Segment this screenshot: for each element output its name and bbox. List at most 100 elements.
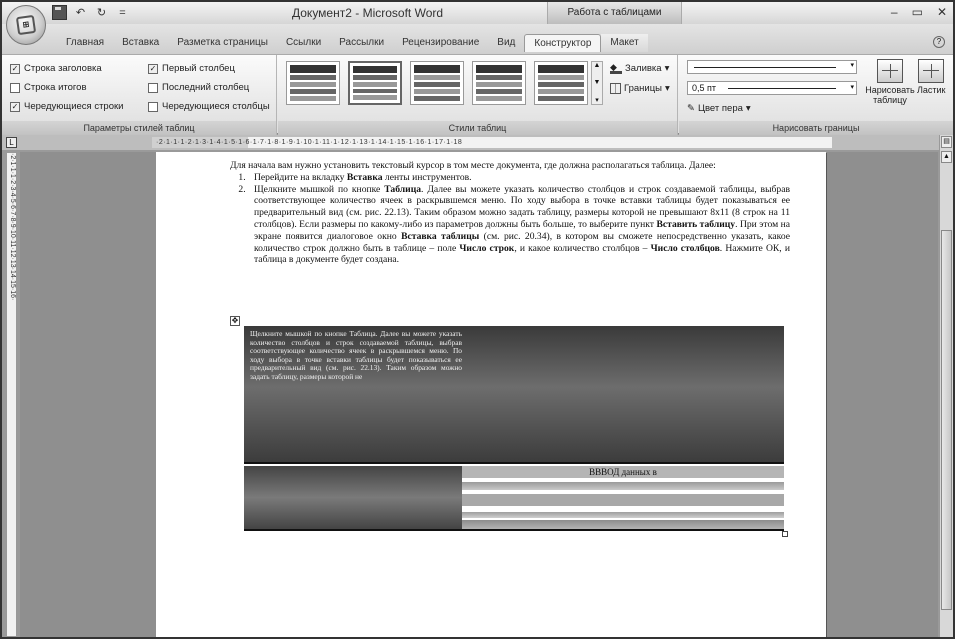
tab-home[interactable]: Главная [57, 34, 113, 52]
ruler-ticks: ·2·1·1·1·2·3·4·5·6·7·8·9·10·11·12·13·14·… [9, 153, 16, 301]
checkbox-icon: ✓ [10, 63, 20, 74]
draw-borders-group: ▾ 0,5 пт ▾ ✎ Цвет пера ▾ Нарисовать табл… [679, 55, 953, 135]
total-row-checkbox[interactable]: Строка итогов [10, 82, 87, 93]
save-icon[interactable] [52, 5, 67, 20]
shading-button[interactable]: ◆ Заливка ▾ [610, 63, 669, 74]
ribbon-tabs: Главная Вставка Разметка страницы Ссылки… [2, 24, 953, 54]
banded-rows-checkbox[interactable]: ✓ Чередующиеся строки [10, 101, 123, 112]
document-page[interactable]: Для начала вам нужно установить текстовы… [156, 152, 826, 637]
document-body[interactable]: Для начала вам нужно установить текстовы… [230, 160, 790, 266]
table-cell[interactable]: Щелкните мышкой по кнопке Таблица. Далее… [244, 326, 784, 464]
banded-columns-checkbox[interactable]: Чередующиеся столбцы [148, 101, 270, 112]
tab-insert[interactable]: Вставка [113, 34, 168, 52]
table-move-handle-icon[interactable]: ✥ [230, 316, 240, 326]
borders-label: Границы [624, 83, 662, 94]
checkbox-icon [10, 82, 20, 93]
office-button[interactable]: ⊞ [6, 5, 46, 45]
customize-qat-icon[interactable]: = [115, 5, 130, 20]
checkbox-icon: ✓ [148, 63, 158, 74]
first-column-checkbox[interactable]: ✓ Первый столбец [148, 63, 235, 74]
context-tools-title: Работа с таблицами [547, 2, 682, 24]
tab-references[interactable]: Ссылки [277, 34, 330, 52]
draw-table-button[interactable]: Нарисовать таблицу [865, 59, 915, 105]
last-column-label: Последний столбец [162, 82, 250, 93]
minimize-button[interactable]: – [891, 5, 898, 19]
borders-button[interactable]: Границы ▾ [610, 83, 670, 94]
redo-icon[interactable]: ↻ [94, 5, 109, 20]
table-style-thumb[interactable] [348, 61, 402, 105]
tab-mailings[interactable]: Рассылки [330, 34, 393, 52]
tab-page-layout[interactable]: Разметка страницы [168, 34, 277, 52]
document-area: Для начала вам нужно установить текстовы… [20, 152, 938, 637]
table-style-thumb[interactable] [472, 61, 526, 105]
table-cell[interactable]: ВВВОД данных в [462, 466, 784, 531]
eraser-icon [918, 59, 945, 83]
table-cell[interactable] [244, 466, 462, 531]
cell-text: Щелкните мышкой по кнопке Таблица. Далее… [250, 329, 462, 381]
table-styles-gallery [286, 61, 588, 105]
document-table[interactable]: Щелкните мышкой по кнопке Таблица. Далее… [244, 326, 788, 537]
tab-layout[interactable]: Макет [601, 34, 648, 52]
vertical-scrollbar[interactable]: ▤ ▲ [939, 135, 953, 637]
line-weight-value: 0,5 пт [692, 83, 717, 93]
checkbox-icon: ✓ [10, 101, 20, 112]
chevron-down-icon: ▾ [850, 84, 854, 91]
table-style-thumb[interactable] [534, 61, 588, 105]
window-title: Документ2 - Microsoft Word [292, 6, 444, 20]
list-item: Щелкните мышкой по кнопке Таблица. Далее… [248, 184, 790, 267]
list-item: Перейдите на вкладку Вставка ленты инстр… [248, 172, 790, 184]
group-label: Нарисовать границы [679, 121, 953, 135]
draw-table-label: Нарисовать таблицу [865, 85, 915, 105]
first-column-label: Первый столбец [162, 63, 235, 74]
chevron-down-icon: ▾ [850, 62, 854, 69]
scrollbar-thumb[interactable] [941, 230, 952, 610]
office-logo-icon: ⊞ [15, 14, 37, 36]
shading-label: Заливка [625, 63, 662, 74]
tab-design[interactable]: Конструктор [524, 34, 602, 52]
header-row-checkbox[interactable]: ✓ Строка заголовка [10, 63, 102, 74]
vertical-ruler[interactable]: ·2·1·1·1·2·3·4·5·6·7·8·9·10·11·12·13·14·… [6, 152, 17, 637]
banded-rows-label: Чередующиеся строки [24, 101, 124, 112]
maximize-button[interactable]: ▭ [912, 5, 923, 19]
chevron-down-icon: ▾ [665, 83, 670, 94]
scroll-up-icon[interactable]: ▲ [941, 151, 952, 163]
help-icon[interactable]: ? [933, 36, 945, 48]
table-resize-handle-icon[interactable] [782, 531, 788, 537]
checkbox-icon [148, 101, 158, 112]
eraser-button[interactable]: Ластик [917, 59, 946, 95]
chevron-down-icon: ▾ [745, 103, 751, 114]
window-controls: – ▭ ✕ [891, 5, 947, 19]
paint-bucket-icon: ◆ [610, 63, 622, 74]
title-bar: ↶ ↻ = Документ2 - Microsoft Word Работа … [2, 2, 953, 24]
horizontal-ruler[interactable]: ·2·1·1·1·2·1·3·1·4·1·5·1·6·1·7·1·8·1·9·1… [152, 137, 832, 148]
pen-color-label: Цвет пера [697, 103, 743, 114]
quick-access-toolbar: ↶ ↻ = [52, 5, 130, 20]
tab-view[interactable]: Вид [488, 34, 524, 52]
ruler-bar: L ·2·1·1·1·2·1·3·1·4·1·5·1·6·1·7·1·8·1·9… [2, 135, 953, 150]
intro-paragraph: Для начала вам нужно установить текстовы… [230, 160, 716, 171]
last-column-checkbox[interactable]: Последний столбец [148, 82, 249, 93]
chevron-down-icon[interactable]: ▼ [592, 79, 602, 86]
group-label: Параметры стилей таблиц [2, 121, 276, 135]
header-row-label: Строка заголовка [24, 63, 102, 74]
table-style-thumb[interactable] [286, 61, 340, 105]
cell-text: ВВВОД данных в [589, 467, 657, 477]
line-style-dropdown[interactable]: ▾ [687, 60, 857, 74]
checkbox-icon [148, 82, 158, 93]
word-window: ↶ ↻ = Документ2 - Microsoft Word Работа … [0, 0, 955, 639]
group-label: Стили таблиц [278, 121, 677, 135]
more-icon[interactable]: ▾ [592, 96, 602, 104]
draw-table-icon [877, 59, 903, 83]
ruler-toggle-icon[interactable]: ▤ [941, 136, 952, 148]
tab-review[interactable]: Рецензирование [393, 34, 488, 52]
line-weight-dropdown[interactable]: 0,5 пт ▾ [687, 81, 857, 95]
steps-list: Перейдите на вкладку Вставка ленты инстр… [248, 172, 790, 266]
tab-selector-icon[interactable]: L [6, 137, 17, 148]
table-style-thumb[interactable] [410, 61, 464, 105]
pen-icon: ✎ [687, 103, 695, 114]
pen-color-button[interactable]: ✎ Цвет пера ▾ [687, 103, 751, 114]
chevron-up-icon[interactable]: ▲ [592, 62, 602, 69]
close-button[interactable]: ✕ [937, 5, 947, 19]
gallery-scroll[interactable]: ▲ ▼ ▾ [591, 61, 603, 105]
undo-icon[interactable]: ↶ [73, 5, 88, 20]
